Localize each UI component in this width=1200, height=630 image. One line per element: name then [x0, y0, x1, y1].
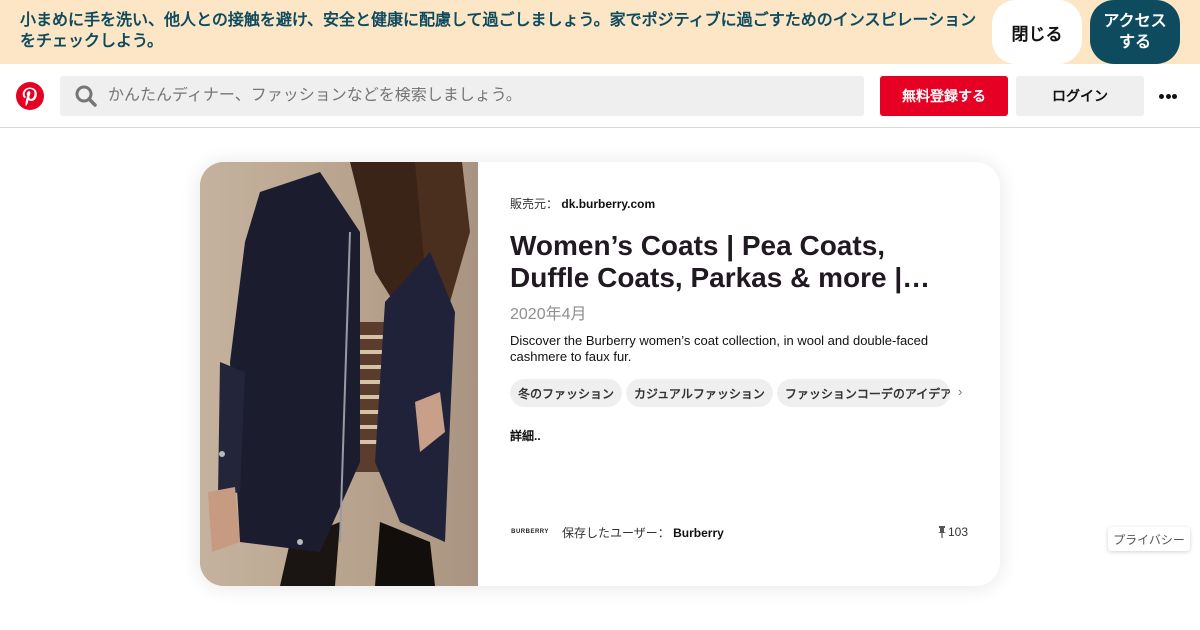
coat-photo-illustration — [200, 162, 478, 586]
pin-source: 販売元： dk.burberry.com — [510, 195, 655, 212]
more-details-link[interactable]: 詳細.. — [510, 427, 541, 444]
search-input[interactable] — [108, 87, 828, 105]
tag-chip[interactable]: 冬のファッション — [510, 379, 623, 407]
tag-chip[interactable]: ファッションコーデのアイデア — [776, 379, 950, 407]
tag-list: 冬のファッション カジュアルファッション ファッションコーデのアイデア — [510, 379, 950, 407]
search-icon — [75, 85, 97, 107]
pin-description: Discover the Burberry women’s coat colle… — [510, 333, 929, 364]
saved-by-label: 保存したユーザー： — [562, 525, 670, 540]
top-header: 無料登録する ログイン — [0, 64, 1200, 128]
ellipsis-icon[interactable] — [1156, 88, 1180, 104]
saved-by-user[interactable]: Burberry — [673, 526, 724, 540]
burberry-logo[interactable]: BURBERRY — [510, 517, 550, 547]
search-bar[interactable] — [60, 76, 864, 116]
pin-count-value: 103 — [947, 525, 968, 539]
login-button[interactable]: ログイン — [1016, 76, 1144, 116]
close-banner-button[interactable]: 閉じる — [992, 0, 1082, 64]
pin-image[interactable] — [200, 162, 478, 586]
pushpin-icon — [937, 526, 946, 538]
pin-count: 103 — [937, 525, 968, 539]
saved-by-row: BURBERRY 保存したユーザー： Burberry 103 — [510, 517, 968, 547]
pin-date: 2020年4月 — [510, 306, 587, 323]
tag-chip[interactable]: カジュアルファッション — [626, 379, 773, 407]
saved-by-text: 保存したユーザー： Burberry — [562, 524, 724, 541]
pin-card: 販売元： dk.burberry.com Women’s Coats | Pea… — [200, 162, 1000, 586]
source-link[interactable]: dk.burberry.com — [561, 197, 655, 211]
banner-message: 小まめに手を洗い、他人との接触を避け、安全と健康に配慮して過ごしましょう。家でポ… — [20, 12, 977, 50]
pinterest-logo-icon[interactable] — [16, 82, 44, 110]
pin-title[interactable]: Women’s Coats | Pea Coats, Duffle Coats,… — [510, 230, 960, 294]
signup-button[interactable]: 無料登録する — [880, 76, 1008, 116]
source-label: 販売元： — [510, 197, 559, 211]
announcement-banner: 小まめに手を洗い、他人との接触を避け、安全と健康に配慮して過ごしましょう。家でポ… — [0, 0, 1200, 64]
chevron-right-icon[interactable]: › — [958, 384, 962, 399]
privacy-link[interactable]: プライバシー — [1108, 527, 1190, 551]
pin-details: 販売元： dk.burberry.com Women’s Coats | Pea… — [510, 162, 970, 586]
access-button[interactable]: アクセスする — [1090, 0, 1180, 64]
